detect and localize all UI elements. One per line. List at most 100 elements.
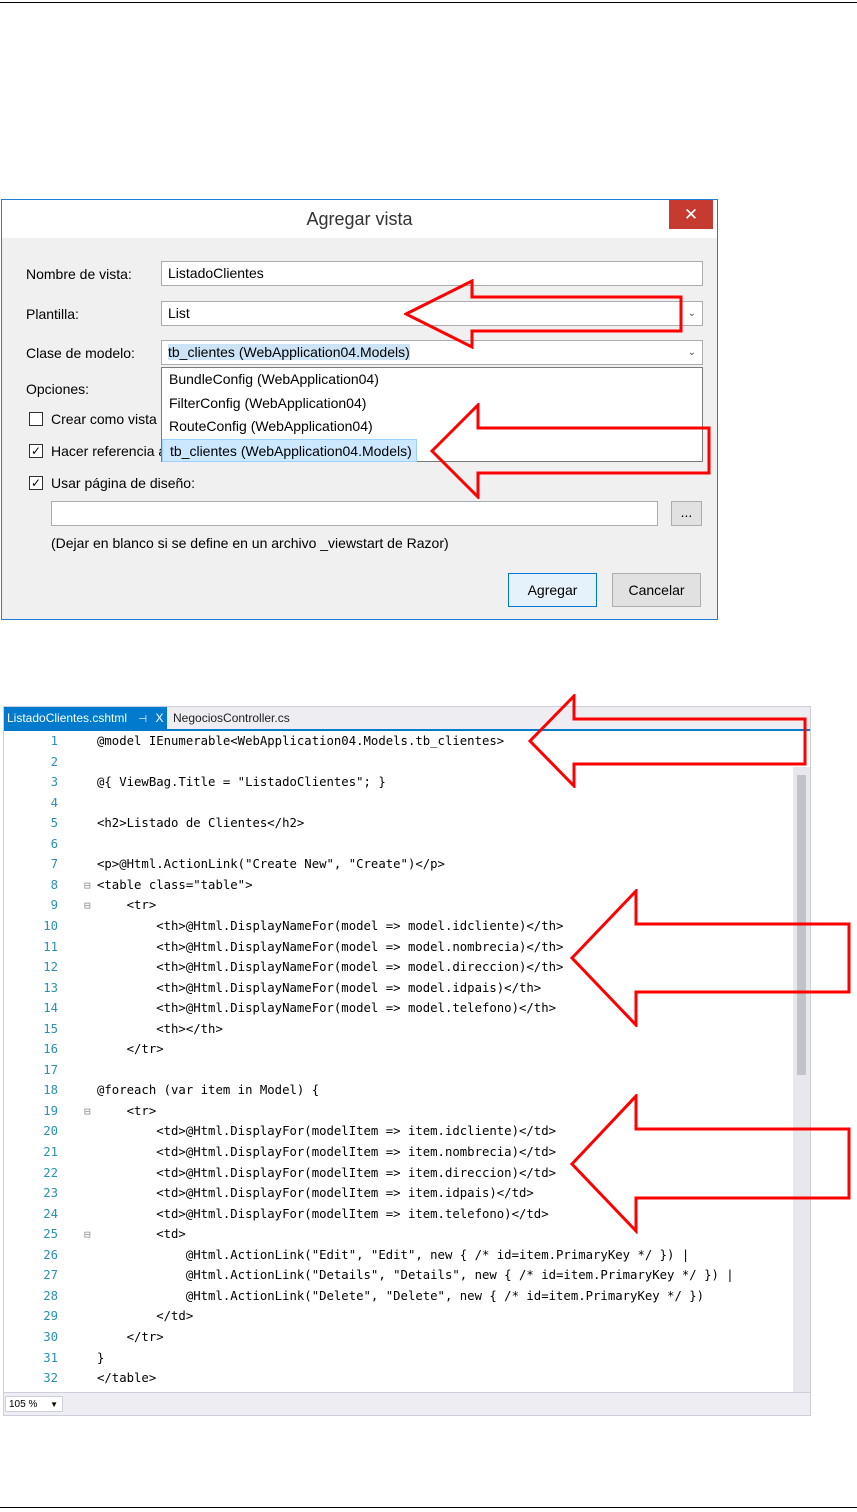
line-number: 30 <box>43 1329 58 1344</box>
view-name-label: Nombre de vista: <box>26 266 132 282</box>
browse-button[interactable]: ... <box>671 501 702 526</box>
use-layout-label: Usar página de diseño: <box>51 475 195 491</box>
code-line[interactable]: 16 </tr> <box>4 1039 794 1060</box>
line-number: 24 <box>43 1206 58 1221</box>
line-number: 1 <box>50 734 58 748</box>
code-text: </td> <box>97 1309 194 1324</box>
chevron-down-icon: ▼ <box>50 1400 58 1409</box>
reference-scripts-checkbox[interactable]: ✓ <box>29 444 43 458</box>
line-number: 18 <box>43 1083 58 1098</box>
code-text: @Html.ActionLink("Edit", "Edit", new { /… <box>97 1247 690 1262</box>
line-number: 8 <box>50 877 58 892</box>
code-line[interactable]: 17 <box>4 1060 794 1081</box>
code-line[interactable]: 7 <p>@Html.ActionLink("Create New", "Crea… <box>4 854 794 875</box>
line-number: 23 <box>43 1186 58 1201</box>
code-line[interactable]: 29 </td> <box>4 1306 794 1327</box>
code-text: <th>@Html.DisplayNameFor(model => model.… <box>97 918 564 933</box>
code-line[interactable]: 6 <box>4 834 794 855</box>
editor-status-bar: 105 % ▼ <box>4 1392 810 1415</box>
line-number: 12 <box>43 960 58 975</box>
line-number: 16 <box>43 1042 58 1057</box>
use-layout-checkbox[interactable]: ✓ <box>29 476 43 490</box>
tab-negocios-controller[interactable]: NegociosController.cs <box>169 707 290 729</box>
cancel-button[interactable]: Cancelar <box>612 573 701 607</box>
code-text: <th>@Html.DisplayNameFor(model => model.… <box>97 960 564 975</box>
code-text: @{ ViewBag.Title = "ListadoClientes"; } <box>97 775 386 790</box>
collapse-icon[interactable]: ⊟ <box>84 895 94 916</box>
code-line[interactable]: 26 @Html.ActionLink("Edit", "Edit", new … <box>4 1245 794 1266</box>
code-line[interactable]: 30 </tr> <box>4 1327 794 1348</box>
line-number: 7 <box>50 857 58 872</box>
code-text: } <box>97 1350 105 1365</box>
model-class-value: tb_clientes (WebApplication04.Models) <box>168 344 410 360</box>
code-line[interactable]: 31} <box>4 1348 794 1369</box>
list-item[interactable]: BundleConfig (WebApplication04) <box>162 368 702 392</box>
collapse-icon[interactable]: ⊟ <box>84 1101 94 1122</box>
close-icon[interactable]: X <box>155 711 163 725</box>
code-text: <table class="table"> <box>97 877 253 892</box>
arrow-model-icon <box>430 403 711 499</box>
code-line[interactable]: 27 @Html.ActionLink("Details", "Details"… <box>4 1265 794 1286</box>
arrow-model-directive-icon <box>528 694 807 788</box>
code-text: <td> <box>97 1227 186 1242</box>
code-text: </tr> <box>97 1042 164 1057</box>
options-label: Opciones: <box>26 381 90 397</box>
top-rule <box>0 2 857 3</box>
code-text: @Html.ActionLink("Delete", "Delete", new… <box>97 1288 705 1303</box>
line-number: 9 <box>50 898 58 913</box>
chevron-down-icon: ⌄ <box>687 347 696 358</box>
code-text: @Html.ActionLink("Details", "Details", n… <box>97 1268 734 1283</box>
code-line[interactable]: 5 <h2>Listado de Clientes</h2> <box>4 813 794 834</box>
list-item-selected[interactable]: tb_clientes (WebApplication04.Models) <box>162 438 417 462</box>
line-number: 32 <box>43 1371 58 1386</box>
model-class-label: Clase de modelo: <box>26 345 135 361</box>
code-text: <td>@Html.DisplayFor(modelItem => item.t… <box>97 1206 549 1221</box>
line-number: 21 <box>43 1145 58 1159</box>
dialog-titlebar: Agregar vista ✕ <box>2 200 717 238</box>
line-number: 25 <box>43 1227 58 1242</box>
code-text: <h2>Listado de Clientes</h2> <box>97 816 305 831</box>
pin-icon[interactable]: ⊣ <box>138 714 147 725</box>
dialog-title: Agregar vista <box>306 209 413 229</box>
code-text: <td>@Html.DisplayFor(modelItem => item.i… <box>97 1124 557 1139</box>
layout-path-input[interactable] <box>51 501 658 526</box>
line-number: 3 <box>50 775 58 790</box>
partial-view-label: Crear como vista <box>51 411 157 427</box>
reference-scripts-label: Hacer referencia a <box>51 443 167 459</box>
line-number: 19 <box>43 1103 58 1118</box>
zoom-value: 105 % <box>9 1399 38 1410</box>
arrow-header-cells-icon <box>570 889 851 1027</box>
tab-listado-clientes[interactable]: ListadoClientes.cshtml ⊣ X <box>4 707 167 729</box>
zoom-select[interactable]: 105 % ▼ <box>5 1396 63 1412</box>
collapse-icon[interactable]: ⊟ <box>84 875 94 896</box>
code-editor: ListadoClientes.cshtml ⊣ X NegociosContr… <box>3 706 811 1416</box>
bottom-rule <box>0 1507 857 1508</box>
code-text: </tr> <box>97 1329 164 1344</box>
line-number: 22 <box>43 1165 58 1180</box>
code-text: <th></th> <box>97 1021 223 1036</box>
layout-hint: (Dejar en blanco si se define en un arch… <box>51 535 449 551</box>
add-button[interactable]: Agregar <box>508 573 597 607</box>
code-text: @foreach (var item in Model) { <box>97 1083 320 1098</box>
line-number: 10 <box>43 918 58 933</box>
line-number: 31 <box>43 1350 58 1365</box>
partial-view-checkbox[interactable] <box>29 412 43 426</box>
chevron-down-icon: ⌄ <box>687 308 696 319</box>
line-number: 5 <box>50 816 58 831</box>
close-icon[interactable]: ✕ <box>669 200 713 229</box>
arrow-template-icon <box>404 279 683 349</box>
collapse-icon[interactable]: ⊟ <box>84 1224 94 1245</box>
line-number: 11 <box>43 939 58 954</box>
vertical-scrollbar[interactable] <box>793 767 810 1395</box>
code-line[interactable]: 4 <box>4 793 794 814</box>
template-value: List <box>168 305 190 321</box>
line-number: 26 <box>43 1247 58 1262</box>
code-text: </table> <box>97 1371 157 1386</box>
line-number: 27 <box>43 1268 58 1283</box>
code-line[interactable]: 32 </table> <box>4 1368 794 1389</box>
code-line[interactable]: 28 @Html.ActionLink("Delete", "Delete", … <box>4 1286 794 1307</box>
code-text: <td>@Html.DisplayFor(modelItem => item.i… <box>97 1186 534 1201</box>
line-number: 28 <box>43 1288 58 1303</box>
line-number: 14 <box>43 1001 58 1016</box>
code-text: <td>@Html.DisplayFor(modelItem => item.d… <box>97 1165 557 1180</box>
